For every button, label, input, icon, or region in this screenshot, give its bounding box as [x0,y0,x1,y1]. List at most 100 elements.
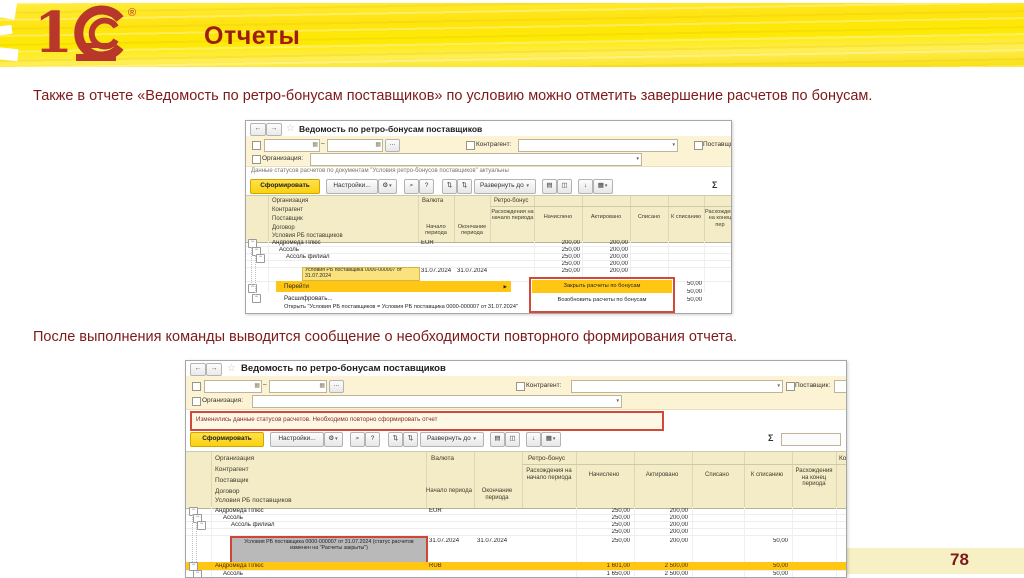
context-menu-item-decrypt[interactable]: Расшифровать... [284,295,333,302]
column-header-writeoff-done[interactable]: Списано [630,214,668,220]
expand-to-button[interactable]: Развернуть до ▼ [474,179,536,194]
settings-menu-button[interactable]: ⚙▼ [324,432,343,447]
table-row[interactable]: Условия РБ поставщика 0000-000007 от 31.… [186,535,846,564]
row-writeoff-due: 50,00 [772,571,788,577]
column-header-currency[interactable]: Валюта [431,455,454,462]
print-button[interactable]: ▤ [490,432,505,447]
save-button[interactable]: ↓ [526,432,541,447]
column-header-conditions[interactable]: Условия РБ поставщиков [215,497,292,504]
counterparty-label: Контрагент: [476,141,512,148]
find-cancel-button[interactable]: ? [419,179,434,194]
table-row[interactable]: Ассоль 1 650,00 2 500,00 50,00 [186,570,846,577]
export-button[interactable]: ▦▼ [541,432,561,447]
column-header-counterparty[interactable]: Контрагент [272,207,303,213]
column-header-period-start[interactable]: Начало периода [426,488,472,495]
column-header-writeoff-due[interactable]: К списанию [668,214,704,220]
highlighted-condition-cell[interactable]: Условия РБ поставщика 0000-000007 от 31.… [230,536,428,564]
submenu-item-resume-bonus[interactable]: Возобновить расчеты по бонусам [532,294,672,307]
column-header-acted[interactable]: Актировано [634,472,690,479]
period-checkbox[interactable] [252,141,261,150]
column-header-begin-diff[interactable]: Расхождения на начало периода [491,209,534,222]
column-header-organization[interactable]: Организация [272,198,308,204]
counterparty-combo[interactable]: ▼ [518,139,678,152]
generate-button[interactable]: Сформировать [250,179,320,194]
tree-expander-icon[interactable]: − [197,521,206,530]
organization-combo[interactable]: ▼ [310,153,642,166]
organization-checkbox[interactable] [192,397,201,406]
column-divider [836,452,837,508]
sigma-icon[interactable]: Σ [768,433,773,443]
column-header-writeoff-due[interactable]: К списанию [744,472,790,479]
column-header-accrued[interactable]: Начислено [576,472,632,479]
quick-filter-input[interactable] [781,433,841,446]
save-button[interactable]: ↓ [578,179,593,194]
row-name: Андромеда Плюс [215,563,264,569]
dropdown-icon: ▼ [388,183,393,188]
find-button[interactable]: ⌕ [404,179,419,194]
preview-button[interactable]: ◫ [505,432,520,447]
favorite-star-icon[interactable]: ☆ [286,124,295,134]
highlighted-condition-cell[interactable]: Условия РБ поставщика 0000-000007 от 31.… [302,267,420,281]
tree-expander-icon[interactable]: − [252,294,261,303]
period-end-input[interactable]: ▦ [269,380,327,393]
back-button[interactable]: ← [250,123,266,136]
column-header-supplier[interactable]: Поставщик [272,216,303,222]
column-header-period-end[interactable]: Окончание периода [454,224,490,237]
settings-button[interactable]: Настройки... [270,432,324,447]
period-end-input[interactable]: ▦ [327,139,383,152]
column-header-organization[interactable]: Организация [215,455,254,462]
generate-button[interactable]: Сформировать [190,432,264,447]
find-cancel-button[interactable]: ? [365,432,380,447]
forward-button[interactable]: → [206,363,222,376]
counterparty-checkbox[interactable] [516,382,525,391]
settings-button[interactable]: Настройки... [326,179,378,194]
column-header-begin-diff[interactable]: Расхождения на начало периода [523,468,575,481]
column-header-currency[interactable]: Валюта [422,198,443,204]
supplier-checkbox[interactable] [694,141,703,150]
row-accrued: 250,00 [611,538,630,544]
column-header-end-diff[interactable]: Расхождения на конец периода [793,468,835,488]
period-start-input[interactable]: ▦ [264,139,320,152]
period-more-button[interactable]: ... [385,139,400,152]
column-header-supplier[interactable]: Поставщик [215,477,248,484]
tree-expander-icon[interactable]: − [256,254,265,263]
column-header-contract[interactable]: Договор [272,225,295,231]
column-header-counterparty[interactable]: Контрагент [215,466,249,473]
column-header-period-start[interactable]: Начало периода [418,224,454,237]
column-header-period-end[interactable]: Окончание периода [474,488,520,501]
expand-all-button[interactable]: ⇅ [388,432,403,447]
collapse-all-button[interactable]: ⇅ [403,432,418,447]
collapse-all-button[interactable]: ⇅ [457,179,472,194]
period-checkbox[interactable] [192,382,201,391]
context-menu-item-open[interactable]: Открыть "Условия РБ поставщиков = Услови… [284,304,518,310]
settings-menu-button[interactable]: ⚙▼ [378,179,397,194]
organization-checkbox[interactable] [252,155,261,164]
print-button[interactable]: ▤ [542,179,557,194]
sigma-icon[interactable]: Σ [712,180,717,190]
submenu-item-close-bonus[interactable]: Закрыть расчеты по бонусам [532,280,672,293]
counterparty-combo[interactable]: ▼ [571,380,783,393]
export-button[interactable]: ▦▼ [593,179,613,194]
supplier-input[interactable] [834,380,846,393]
back-button[interactable]: ← [190,363,206,376]
column-header-acted[interactable]: Актировано [582,214,630,220]
expand-all-button[interactable]: ⇅ [442,179,457,194]
column-header-writeoff-done[interactable]: Списано [692,472,742,479]
column-header-end-diff[interactable]: Расхождения на конец пер [705,209,731,228]
preview-button[interactable]: ◫ [557,179,572,194]
tree-expander-icon[interactable]: − [193,570,202,577]
column-header-accrued[interactable]: Начислено [534,214,582,220]
favorite-star-icon[interactable]: ☆ [227,364,236,374]
context-menu-item-goto[interactable]: Перейти ▶ [276,281,511,292]
forward-button[interactable]: → [266,123,282,136]
expand-to-button[interactable]: Развернуть до ▼ [420,432,484,447]
supplier-checkbox[interactable] [786,382,795,391]
organization-combo[interactable]: ▼ [252,395,622,408]
find-button[interactable]: ⌕ [350,432,365,447]
counterparty-checkbox[interactable] [466,141,475,150]
expand-to-label: Развернуть до [480,182,524,189]
column-header-comment[interactable]: Кома [839,455,846,462]
period-start-input[interactable]: ▦ [204,380,262,393]
column-header-contract[interactable]: Договор [215,488,240,495]
period-more-button[interactable]: ... [329,380,344,393]
